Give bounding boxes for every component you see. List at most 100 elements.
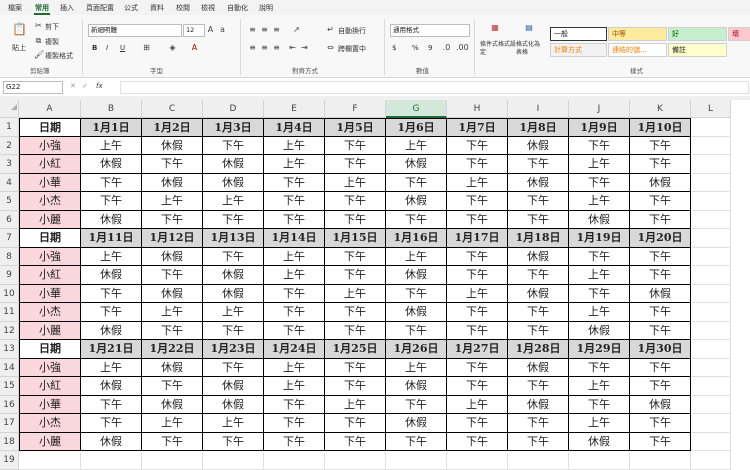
cancel-icon[interactable]: ✕ [70,82,76,90]
shift-cell[interactable]: 下午 [325,377,386,396]
shift-cell[interactable]: 下午 [447,210,508,229]
shift-cell[interactable]: 休假 [81,266,142,285]
shift-cell[interactable]: 上午 [264,266,325,285]
shift-cell[interactable]: 下午 [203,321,264,340]
shift-cell[interactable]: 下午 [325,155,386,174]
row-header[interactable]: 13 [0,340,19,359]
style-linked-cell[interactable]: 連結的儲... [608,43,667,57]
enter-icon[interactable]: ✓ [82,82,88,90]
row-header[interactable]: 16 [0,395,19,414]
comma-button[interactable]: 9 [428,44,432,52]
row-header[interactable]: 2 [0,136,19,155]
shift-cell[interactable]: 下午 [264,173,325,192]
shift-cell[interactable]: 下午 [569,284,630,303]
empty-cell[interactable] [508,451,569,470]
shift-cell[interactable]: 休假 [508,173,569,192]
shift-cell[interactable]: 下午 [81,173,142,192]
row-header[interactable]: 8 [0,247,19,266]
name-cell[interactable]: 小紅 [19,377,81,396]
date-cell[interactable]: 1月25日 [325,340,386,359]
shift-cell[interactable]: 休假 [81,210,142,229]
shift-cell[interactable]: 下午 [630,210,691,229]
shift-cell[interactable]: 下午 [264,395,325,414]
shift-cell[interactable]: 下午 [264,321,325,340]
font-size-dropdown[interactable]: 12 [183,24,205,37]
shift-cell[interactable]: 下午 [508,155,569,174]
align-bottom-icon[interactable]: ≡ [272,25,281,34]
empty-cell[interactable] [386,451,447,470]
shift-cell[interactable]: 下午 [508,432,569,451]
column-header[interactable]: K [630,100,691,118]
decrease-decimal-icon[interactable]: .00 [456,43,469,52]
date-cell[interactable]: 1月27日 [447,340,508,359]
shift-cell[interactable]: 下午 [325,136,386,155]
date-label-cell[interactable]: 日期 [19,118,81,137]
column-header[interactable]: I [508,100,569,118]
shift-cell[interactable]: 上午 [81,136,142,155]
tab-view[interactable]: 檢視 [201,3,215,13]
align-left-icon[interactable]: ≡ [248,43,257,52]
name-cell[interactable]: 小紅 [19,155,81,174]
shift-cell[interactable]: 下午 [630,136,691,155]
shift-cell[interactable]: 下午 [447,358,508,377]
percent-button[interactable]: % [412,44,419,52]
shift-cell[interactable]: 下午 [325,192,386,211]
empty-cell[interactable] [691,192,731,211]
empty-cell[interactable] [691,340,731,359]
row-header[interactable]: 9 [0,266,19,285]
align-top-icon[interactable]: ≡ [248,25,257,34]
shift-cell[interactable]: 下午 [508,192,569,211]
empty-cell[interactable] [691,303,731,322]
empty-cell[interactable] [325,451,386,470]
shift-cell[interactable]: 上午 [386,136,447,155]
font-name-dropdown[interactable]: 新細明體 [88,24,182,37]
empty-cell[interactable] [81,451,142,470]
shift-cell[interactable]: 下午 [508,303,569,322]
shift-cell[interactable]: 休假 [569,432,630,451]
date-cell[interactable]: 1月22日 [142,340,203,359]
format-as-table-button[interactable]: 格式化為表格 [516,41,544,57]
empty-cell[interactable] [691,451,731,470]
shift-cell[interactable]: 休假 [142,284,203,303]
row-header[interactable]: 5 [0,192,19,211]
name-cell[interactable]: 小杰 [19,414,81,433]
shift-cell[interactable]: 休假 [630,173,691,192]
shift-cell[interactable]: 下午 [447,414,508,433]
shift-cell[interactable]: 下午 [142,210,203,229]
name-cell[interactable]: 小紅 [19,266,81,285]
shift-cell[interactable]: 上午 [203,414,264,433]
shift-cell[interactable]: 上午 [325,395,386,414]
shift-cell[interactable]: 下午 [81,192,142,211]
font-color-icon[interactable]: A [190,43,199,52]
shift-cell[interactable]: 下午 [203,210,264,229]
shift-cell[interactable]: 下午 [630,247,691,266]
shift-cell[interactable]: 下午 [630,155,691,174]
shift-cell[interactable]: 下午 [630,303,691,322]
empty-cell[interactable] [447,451,508,470]
shift-cell[interactable]: 下午 [508,377,569,396]
date-cell[interactable]: 1月14日 [264,229,325,248]
shift-cell[interactable]: 下午 [447,303,508,322]
shift-cell[interactable]: 下午 [508,266,569,285]
column-header[interactable]: A [19,100,81,118]
shift-cell[interactable]: 下午 [203,432,264,451]
shift-cell[interactable]: 休假 [203,155,264,174]
row-header[interactable]: 1 [0,118,19,137]
cut-button[interactable]: 剪下 [45,22,59,32]
date-cell[interactable]: 1月30日 [630,340,691,359]
style-neutral[interactable]: 中等 [608,27,667,41]
shift-cell[interactable]: 上午 [81,358,142,377]
shift-cell[interactable]: 上午 [325,284,386,303]
shift-cell[interactable]: 上午 [142,414,203,433]
empty-cell[interactable] [691,155,731,174]
name-box[interactable]: G22 [3,81,63,94]
shift-cell[interactable]: 下午 [81,284,142,303]
shift-cell[interactable]: 上午 [386,358,447,377]
column-header[interactable]: E [264,100,325,118]
shift-cell[interactable]: 上午 [203,192,264,211]
shift-cell[interactable]: 下午 [142,321,203,340]
empty-cell[interactable] [691,173,731,192]
shift-cell[interactable]: 下午 [447,155,508,174]
style-note[interactable]: 備註 [668,43,727,57]
shift-cell[interactable]: 休假 [386,192,447,211]
